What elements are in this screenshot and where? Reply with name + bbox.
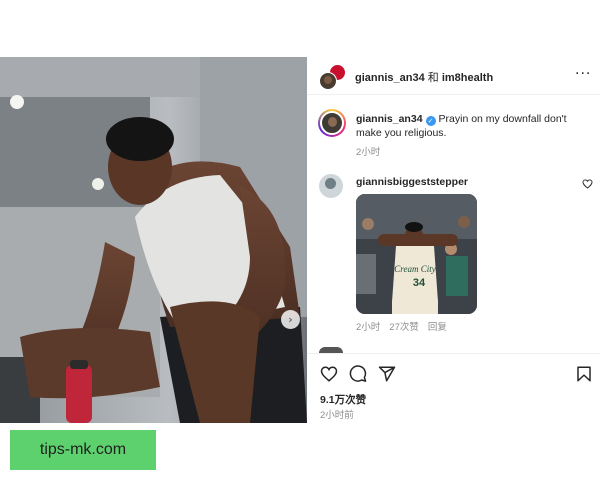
collab-avatars[interactable] (319, 64, 347, 90)
more-horizontal-icon[interactable]: ··· (575, 67, 591, 81)
comment-image[interactable]: Cream City 34 (356, 194, 477, 314)
post-authors: giannis_an34 和 im8health (355, 69, 493, 85)
comment-bubble-icon[interactable] (349, 365, 367, 383)
reply-button[interactable]: 回复 (428, 322, 447, 333)
author-link[interactable]: im8health (442, 72, 493, 84)
heart-outline-icon[interactable] (582, 179, 593, 189)
post-photo[interactable]: › (0, 57, 307, 423)
jersey-number: 34 (413, 277, 426, 289)
post-actions: 9.1万次赞 2小时前 (307, 353, 600, 423)
bookmark-icon[interactable] (575, 365, 593, 383)
comment-username[interactable]: giannisbiggeststepper (356, 176, 468, 188)
caption-time: 2小时 (356, 147, 381, 158)
caption-username[interactable]: giannis_an34 (356, 113, 423, 125)
avatar[interactable] (319, 72, 337, 90)
verified-badge-icon: ✓ (425, 116, 436, 126)
comment-time: 2小时 (356, 322, 381, 333)
jersey-text: Cream City (394, 264, 435, 274)
author-link[interactable]: giannis_an34 (355, 72, 425, 84)
author-joiner: 和 (427, 72, 439, 84)
comment-avatar[interactable] (319, 174, 343, 198)
comment-meta: 2小时 27次赞 回复 (356, 319, 456, 333)
post-header: giannis_an34 和 im8health ··· (307, 57, 600, 95)
comment-likes[interactable]: 27次赞 (389, 322, 419, 333)
likes-count[interactable]: 9.1万次赞 (320, 392, 366, 407)
athlete-photo-illustration (0, 57, 307, 423)
heart-outline-icon[interactable] (320, 365, 338, 383)
caption-avatar[interactable] (318, 109, 346, 137)
post-caption: giannis_an34 ✓ Prayin on my downfall don't… (356, 112, 586, 140)
post-panel: giannis_an34 和 im8health ··· giannis_an3… (307, 57, 600, 423)
post-timestamp: 2小时前 (320, 410, 354, 421)
next-image-chevron-icon[interactable]: › (281, 310, 300, 329)
paper-plane-icon[interactable] (378, 365, 396, 383)
watermark: tips-mk.com (10, 430, 156, 470)
